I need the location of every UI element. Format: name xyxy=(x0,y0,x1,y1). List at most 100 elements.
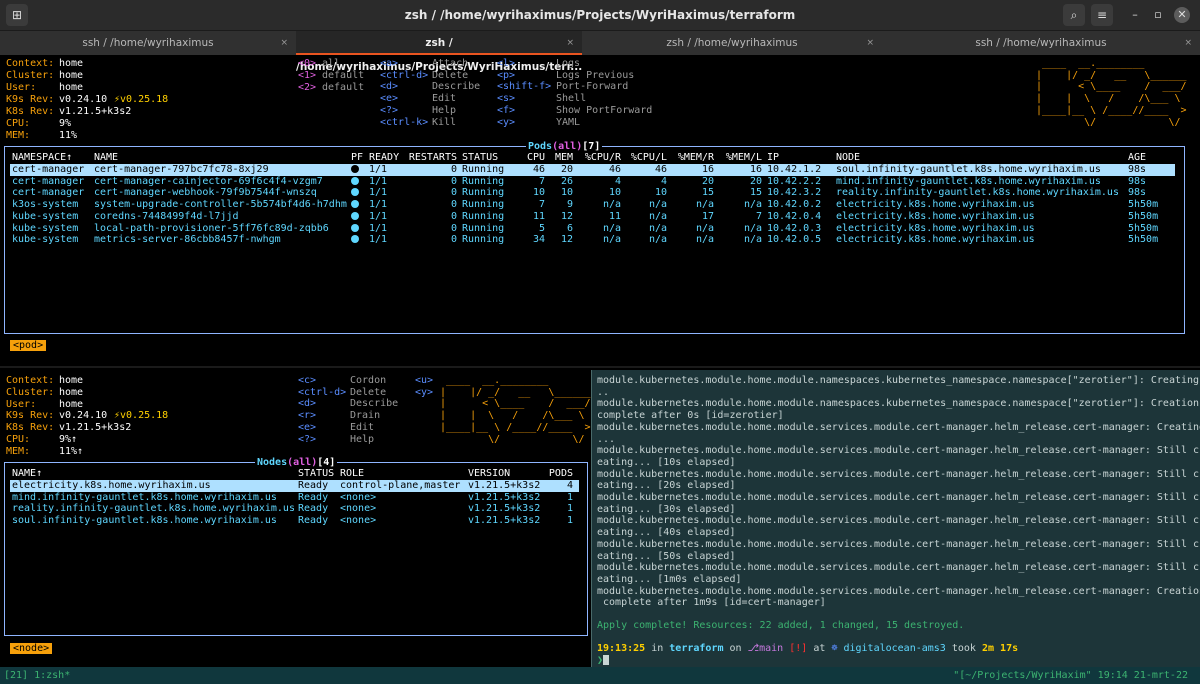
hotkey-key[interactable]: <p> xyxy=(497,70,515,82)
column-header[interactable]: AGE xyxy=(1128,152,1146,164)
tab-zsh-home[interactable]: zsh / /home/wyrihaximus × xyxy=(582,31,882,55)
tab-close-icon[interactable]: × xyxy=(280,31,288,55)
tab-close-icon[interactable]: × xyxy=(866,31,874,55)
column-header[interactable]: NAMESPACE↑ xyxy=(12,152,72,164)
column-header[interactable]: VERSION xyxy=(468,468,510,480)
column-header[interactable]: IP xyxy=(767,152,779,164)
hotkey-key[interactable]: <ctrl-d> xyxy=(298,387,346,399)
column-header[interactable]: STATUS xyxy=(298,468,334,480)
table-cell: electricity.k8s.home.wyrihaxim.us xyxy=(836,210,1035,222)
hotkey-key[interactable]: <a> xyxy=(380,58,398,70)
hotkey-key[interactable]: <d> xyxy=(298,398,316,410)
terraform-output-line: module.kubernetes.module.home.module.nam… xyxy=(597,398,1200,410)
column-header[interactable]: %CPU/L xyxy=(631,152,667,164)
table-cell: electricity.k8s.home.wyrihaxim.us xyxy=(12,480,211,491)
table-cell: n/a xyxy=(695,199,714,211)
hotkey-key[interactable]: <?> xyxy=(380,105,398,117)
breadcrumb-node[interactable]: <node> xyxy=(10,643,53,654)
table-cell: 98s xyxy=(1128,164,1147,175)
table-cell: 7 xyxy=(538,199,545,211)
column-header[interactable]: STATUS xyxy=(462,152,498,164)
table-cell: n/a xyxy=(695,222,714,234)
table-cell: 1/1 xyxy=(369,234,388,246)
tab-zsh-terraform[interactable]: zsh / /home/wyrihaximus/Projects/WyriHax… xyxy=(296,31,582,73)
hotkey-key[interactable]: <u> xyxy=(415,375,433,387)
table-cell: 1/1 xyxy=(369,175,388,187)
table-cell: cert-manager xyxy=(12,164,85,175)
ns-key[interactable]: <0> xyxy=(298,58,316,70)
column-header[interactable]: PF xyxy=(351,152,363,164)
hotkey-key[interactable]: <ctrl-d> xyxy=(380,70,428,82)
port-forward-indicator xyxy=(351,164,359,176)
hotkey-key[interactable]: <e> xyxy=(380,93,398,105)
table-cell: n/a xyxy=(695,234,714,246)
hotkey-key[interactable]: <s> xyxy=(497,93,515,105)
column-header[interactable]: READY xyxy=(369,152,399,164)
pane-separator xyxy=(0,366,1200,368)
hotkey-label: Port-Forward xyxy=(556,81,629,93)
column-header[interactable]: NAME xyxy=(94,152,118,164)
column-header[interactable]: ROLE xyxy=(340,468,364,480)
tmux-window-list[interactable]: [21] 1:zsh* xyxy=(4,667,70,684)
table-cell: cert-manager-797bc7fc78-8xj29 xyxy=(94,164,269,175)
hotkey-key[interactable]: <y> xyxy=(497,117,515,129)
table-cell: kube-system xyxy=(12,210,79,222)
search-icon[interactable]: ⌕ xyxy=(1063,4,1085,26)
tmux-status-right: "[~/Projects/WyriHaxim" 19:14 21-mrt-22 xyxy=(953,670,1188,681)
ns-key[interactable]: <2> xyxy=(298,82,316,94)
table-cell: Running xyxy=(462,234,505,246)
hotkey-label: Help xyxy=(432,104,457,116)
hotkey-label: Describe xyxy=(350,398,399,410)
hotkey-key[interactable]: <r> xyxy=(298,410,316,422)
table-cell: n/a xyxy=(648,222,667,234)
minimize-icon[interactable]: – xyxy=(1127,7,1143,23)
cpu-value: 9% xyxy=(59,118,72,129)
hamburger-icon[interactable]: ≡ xyxy=(1091,4,1113,26)
tab-close-icon[interactable]: × xyxy=(1184,31,1192,55)
column-header[interactable]: %CPU/R xyxy=(585,152,621,164)
hotkey-key[interactable]: <f> xyxy=(497,105,515,117)
hotkey-key[interactable]: <shift-f> xyxy=(497,81,551,93)
close-icon[interactable]: ✕ xyxy=(1174,7,1190,23)
pf-dot-icon xyxy=(351,211,359,220)
k9s-upgrade: ⚡v0.25.18 xyxy=(114,410,169,421)
hotkey-key[interactable]: <?> xyxy=(298,434,316,446)
column-header[interactable]: %MEM/R xyxy=(678,152,714,164)
table-cell: 5h50m xyxy=(1128,222,1159,234)
hotkey-label: Show PortForward xyxy=(556,104,653,116)
hotkey-key[interactable]: <l> xyxy=(497,58,515,70)
hotkey-key[interactable]: <e> xyxy=(298,422,316,434)
column-header[interactable]: %MEM/L xyxy=(726,152,762,164)
terraform-output-line: module.kubernetes.module.home.module.nam… xyxy=(597,375,1200,386)
table-cell: 17 xyxy=(701,210,714,222)
hotkey-label: Logs xyxy=(556,58,581,69)
prompt-line[interactable]: ❯ xyxy=(597,655,610,667)
ns-key[interactable]: <1> xyxy=(298,70,316,82)
column-header[interactable]: NAME↑ xyxy=(12,468,42,480)
column-header[interactable]: MEM xyxy=(555,152,573,164)
k9s-rev-label: K9s Rev: xyxy=(6,410,55,421)
column-header[interactable]: PODS xyxy=(549,468,573,480)
column-header[interactable]: NODE xyxy=(836,152,860,164)
column-header[interactable]: CPU xyxy=(527,152,545,164)
shell-prompt: 19:13:25 in terraform on ⎇main [!] at ☸ … xyxy=(597,643,1019,654)
hotkey-key[interactable]: <ctrl-k> xyxy=(380,117,428,129)
column-header[interactable]: RESTARTS xyxy=(409,152,457,164)
hotkey-key[interactable]: <d> xyxy=(380,81,398,93)
terraform-output-line: eating... [20s elapsed] xyxy=(597,480,736,492)
cluster-value: home xyxy=(59,387,84,398)
mem-value: 11% xyxy=(59,130,78,141)
hotkey-key[interactable]: <c> xyxy=(298,375,316,387)
table-cell: 16 xyxy=(701,164,714,175)
tab-ssh-1[interactable]: ssh / /home/wyrihaximus × xyxy=(0,31,296,55)
pane-divider[interactable] xyxy=(591,370,592,667)
table-cell: 1/1 xyxy=(369,222,388,234)
breadcrumb-pod[interactable]: <pod> xyxy=(10,340,47,351)
table-cell: 20 xyxy=(701,175,714,187)
terraform-output-line: module.kubernetes.module.home.module.ser… xyxy=(597,445,1200,457)
tab-close-icon[interactable]: × xyxy=(566,31,574,55)
tab-ssh-2[interactable]: ssh / /home/wyrihaximus × xyxy=(882,31,1200,55)
hotkey-label: Delete xyxy=(350,386,387,398)
hotkey-key[interactable]: <y> xyxy=(415,387,433,399)
maximize-icon[interactable]: ▫ xyxy=(1150,7,1166,23)
